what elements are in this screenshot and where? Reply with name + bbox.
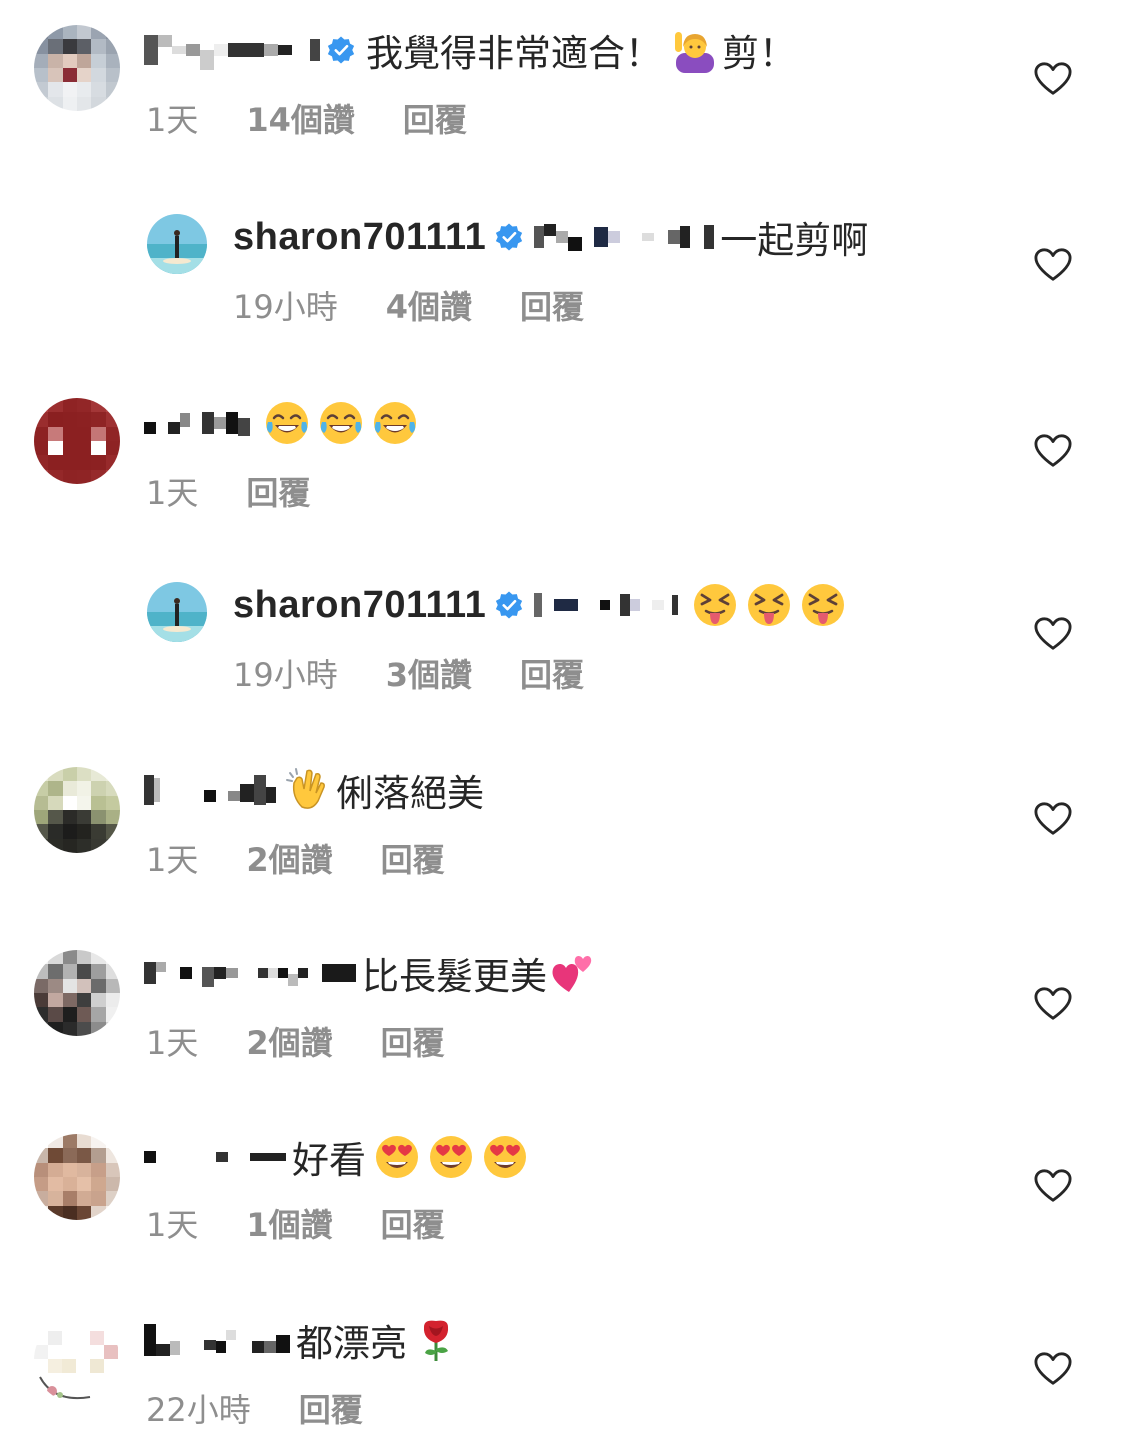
- like-count[interactable]: 3個讚: [386, 650, 472, 696]
- pixelated-username[interactable]: [144, 953, 356, 993]
- comment-meta: 1天 回覆: [146, 468, 310, 514]
- timestamp[interactable]: 1天: [146, 835, 198, 881]
- reply-button[interactable]: 回覆: [299, 1385, 363, 1431]
- like-count[interactable]: 14個讚: [246, 95, 355, 141]
- clapping-hands-emoji-icon: [286, 768, 325, 809]
- comment-text: 我覺得非常適合！: [366, 32, 662, 75]
- heart-outline-icon[interactable]: [1034, 616, 1072, 652]
- comment-meta: 19小時 3個讚 回覆: [233, 650, 584, 696]
- squinting-tongue-emoji-icon: [694, 584, 737, 626]
- timestamp[interactable]: 1天: [146, 1018, 198, 1064]
- tears-of-joy-emoji-icon: [266, 402, 308, 444]
- like-count[interactable]: 2個讚: [246, 835, 332, 881]
- comment-text: 好看: [292, 1139, 366, 1182]
- heart-eyes-emoji-icon: [376, 1136, 418, 1178]
- timestamp[interactable]: 19小時: [233, 650, 338, 696]
- avatar[interactable]: [34, 1134, 120, 1220]
- avatar[interactable]: [34, 25, 120, 111]
- comment-text: 俐落絕美: [336, 772, 484, 815]
- tears-of-joy-emoji-icon: [320, 402, 362, 444]
- heart-outline-icon[interactable]: [1034, 801, 1072, 837]
- avatar[interactable]: [147, 214, 207, 274]
- timestamp[interactable]: 22小時: [146, 1385, 251, 1431]
- tears-of-joy-emoji-icon: [374, 402, 416, 444]
- reply-button[interactable]: 回覆: [520, 650, 584, 696]
- verified-badge-icon: [327, 36, 355, 64]
- squinting-tongue-emoji-icon: [748, 584, 791, 626]
- comment-text: 都漂亮: [296, 1322, 407, 1365]
- timestamp[interactable]: 1天: [146, 95, 198, 141]
- reply-button[interactable]: 回覆: [381, 1018, 445, 1064]
- comment-body: 比長髮更美: [144, 948, 595, 998]
- comment-body: 我覺得非常適合！ 剪！: [144, 25, 796, 75]
- heart-outline-icon[interactable]: [1034, 61, 1072, 97]
- heart-outline-icon[interactable]: [1034, 247, 1072, 283]
- comment-body: 好看: [144, 1132, 528, 1182]
- heart-outline-icon[interactable]: [1034, 1168, 1072, 1204]
- pixelated-username[interactable]: [144, 770, 276, 810]
- heart-outline-icon[interactable]: [1034, 433, 1072, 469]
- comment-body: [144, 398, 418, 448]
- heart-outline-icon[interactable]: [1034, 986, 1072, 1022]
- verified-badge-icon: [496, 591, 523, 619]
- comment-text: 一起剪啊: [720, 219, 869, 262]
- comment-meta: 19小時 4個讚 回覆: [233, 282, 584, 328]
- like-count[interactable]: 1個讚: [246, 1200, 332, 1246]
- pixelated-mention[interactable]: [534, 217, 715, 257]
- comment-meta: 22小時 回覆: [146, 1385, 363, 1431]
- verified-badge-icon: [496, 223, 523, 251]
- pixelated-mention[interactable]: [534, 585, 679, 625]
- comment-meta: 1天 2個讚 回覆: [146, 1018, 445, 1064]
- comment-body: sharon701111 一起剪啊: [233, 212, 869, 263]
- timestamp[interactable]: 19小時: [233, 282, 338, 328]
- comment-body: 俐落絕美: [144, 765, 484, 815]
- comment-text-2: 剪！: [722, 32, 796, 75]
- like-count[interactable]: 2個讚: [246, 1018, 332, 1064]
- comment-meta: 1天 14個讚 回覆: [146, 95, 467, 141]
- reply-button[interactable]: 回覆: [381, 1200, 445, 1246]
- avatar[interactable]: [34, 950, 120, 1036]
- pixelated-username[interactable]: [144, 1137, 286, 1177]
- avatar[interactable]: [147, 582, 207, 642]
- timestamp[interactable]: 1天: [146, 1200, 198, 1246]
- avatar[interactable]: [34, 398, 120, 484]
- comment-body: 都漂亮: [144, 1315, 459, 1365]
- squinting-tongue-emoji-icon: [802, 584, 845, 626]
- username[interactable]: sharon701111: [233, 584, 486, 627]
- reply-button[interactable]: 回覆: [246, 468, 310, 514]
- rose-emoji-icon: [423, 1320, 449, 1361]
- pixelated-username[interactable]: [144, 1320, 290, 1360]
- avatar[interactable]: [34, 1317, 120, 1403]
- pixelated-username[interactable]: [144, 403, 250, 443]
- heart-eyes-emoji-icon: [484, 1136, 526, 1178]
- two-hearts-emoji-icon: [552, 956, 592, 992]
- heart-eyes-emoji-icon: [430, 1136, 472, 1178]
- reply-button[interactable]: 回覆: [403, 95, 467, 141]
- heart-outline-icon[interactable]: [1034, 1351, 1072, 1387]
- pixelated-username[interactable]: [144, 30, 320, 70]
- username[interactable]: sharon701111: [233, 216, 486, 259]
- like-count[interactable]: 4個讚: [386, 282, 472, 328]
- comment-meta: 1天 1個讚 回覆: [146, 1200, 445, 1246]
- timestamp[interactable]: 1天: [146, 468, 198, 514]
- comment-text: 比長髮更美: [362, 955, 547, 998]
- person-raising-hand-emoji-icon: [675, 32, 714, 73]
- avatar[interactable]: [34, 767, 120, 853]
- comment-meta: 1天 2個讚 回覆: [146, 835, 445, 881]
- reply-button[interactable]: 回覆: [381, 835, 445, 881]
- reply-button[interactable]: 回覆: [520, 282, 584, 328]
- comment-body: sharon701111: [233, 580, 846, 630]
